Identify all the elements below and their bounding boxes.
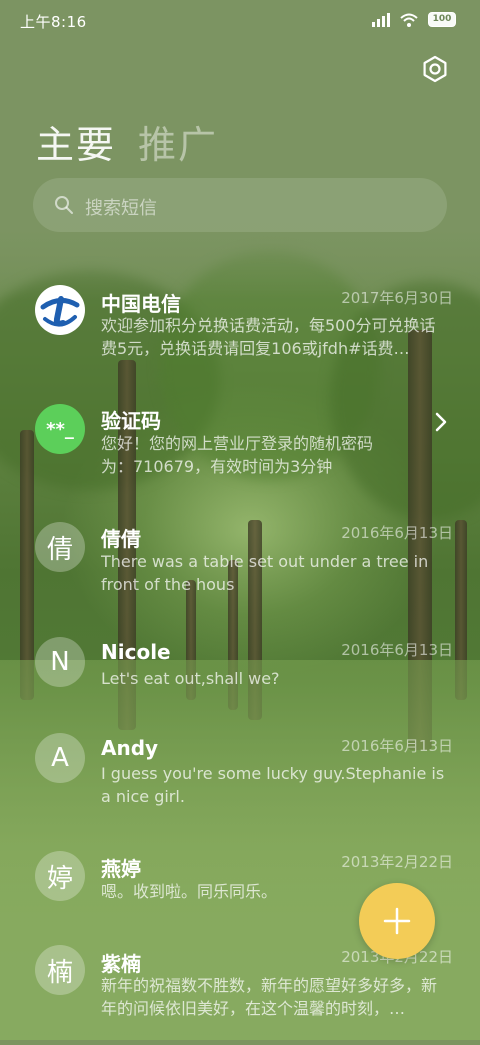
tab-main[interactable]: 主要: [36, 114, 116, 169]
conversation-name: 紫楠: [101, 952, 141, 976]
conversation-item[interactable]: 楠 紫楠 2013年2月22日 新年的祝福数不胜数，新年的愿望好多好多，新年的问…: [0, 945, 480, 1045]
avatar: N: [35, 637, 85, 687]
avatar: 倩: [35, 522, 85, 572]
conversation-date: 2016年6月13日: [341, 641, 453, 659]
verification-code-avatar: **_: [35, 404, 85, 454]
settings-icon[interactable]: [420, 54, 450, 84]
conversation-item[interactable]: 倩 倩倩 2016年6月13日 There was a table set ou…: [0, 520, 480, 620]
conversation-item[interactable]: N Nicole 2016年6月13日 Let's eat out,shall …: [0, 637, 480, 717]
conversation-snippet: 新年的祝福数不胜数，新年的愿望好多好多，新年的问候依旧美好，在这个温馨的时刻，…: [101, 976, 438, 1018]
conversation-item[interactable]: 中国电信 2017年6月30日 欢迎参加积分兑换话费活动，每500分可兑换话费5…: [0, 280, 480, 380]
telecom-logo-icon: [36, 286, 84, 334]
status-time: 上午8:16: [20, 13, 87, 31]
conversation-snippet: 您好！您的网上营业厅登录的随机密码为：710679，有效时间为3分钟: [101, 434, 374, 476]
conversation-name: 中国电信: [101, 292, 181, 316]
conversation-name: 验证码: [101, 409, 161, 433]
conversation-snippet: 嗯。收到啦。同乐同乐。: [101, 882, 278, 901]
signal-icon: [372, 12, 390, 27]
conversation-name: 燕婷: [101, 857, 141, 881]
conversation-snippet: 欢迎参加积分兑换话费活动，每500分可兑换话费5元，兑换话费请回复106或jfd…: [101, 316, 436, 358]
conversation-snippet: Let's eat out,shall we?: [101, 669, 280, 688]
conversation-name: Andy: [101, 736, 159, 760]
plus-icon: [383, 907, 411, 935]
new-message-button[interactable]: [359, 883, 435, 959]
status-bar: 上午8:16 100: [0, 0, 480, 40]
search-bar[interactable]: 搜索短信: [33, 178, 447, 232]
conversation-name: 倩倩: [101, 527, 141, 551]
conversation-snippet: I guess you're some lucky guy.Stephanie …: [101, 764, 445, 806]
conversation-name: Nicole: [101, 640, 171, 664]
battery-icon: 100: [428, 12, 456, 27]
avatar: 婷: [35, 851, 85, 901]
avatar: A: [35, 733, 85, 783]
tab-promotions[interactable]: 推广: [138, 114, 218, 169]
telecom-logo-avatar: [35, 285, 85, 335]
wifi-icon: [400, 13, 418, 27]
conversation-date: 2013年2月22日: [341, 853, 453, 871]
search-icon: [55, 196, 73, 214]
avatar: 楠: [35, 945, 85, 995]
chevron-right-icon[interactable]: [434, 412, 448, 432]
tab-bar: 主要 推广: [36, 114, 218, 169]
conversation-date: 2016年6月13日: [341, 524, 453, 542]
conversation-item[interactable]: **_ 验证码 您好！您的网上营业厅登录的随机密码为：710679，有效时间为3…: [0, 402, 480, 502]
conversation-date: 2016年6月13日: [341, 737, 453, 755]
search-input[interactable]: 搜索短信: [85, 194, 157, 220]
conversation-date: 2017年6月30日: [341, 289, 453, 307]
conversation-item[interactable]: A Andy 2016年6月13日 I guess you're some lu…: [0, 733, 480, 833]
conversation-snippet: There was a table set out under a tree i…: [101, 552, 429, 594]
